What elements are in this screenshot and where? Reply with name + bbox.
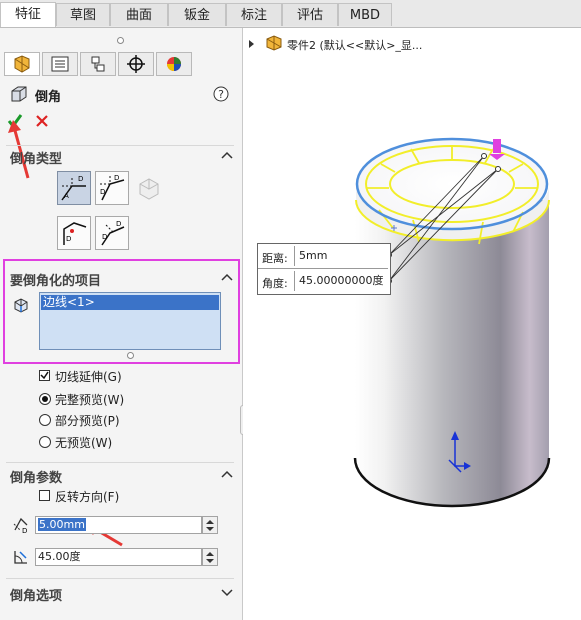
selected-items-list[interactable]: 边线<1> xyxy=(39,292,221,350)
full-preview-label: 完整预览(W) xyxy=(55,393,125,407)
spinner-arrows-icon xyxy=(206,520,214,531)
tab-surfaces[interactable]: 曲面 xyxy=(110,3,168,26)
svg-text:A: A xyxy=(64,192,69,200)
crosshair-icon xyxy=(127,55,145,73)
chevron-up-icon[interactable] xyxy=(221,273,233,281)
svg-text:?: ? xyxy=(218,88,224,101)
distance-dimension-icon: D xyxy=(13,517,28,534)
feature-tree-icon xyxy=(14,55,30,73)
face-face-icon: DD xyxy=(101,220,125,246)
cancel-x-icon[interactable] xyxy=(36,115,48,127)
angle-input[interactable]: 45.00度 xyxy=(35,548,202,566)
callout-distance-label: 距离: xyxy=(262,252,288,265)
tangent-propagation-checkbox[interactable] xyxy=(39,370,50,381)
no-preview-radio[interactable] xyxy=(39,436,51,448)
tab-sheet-metal[interactable]: 钣金 xyxy=(168,3,226,26)
vertex-chamfer-icon xyxy=(139,178,159,200)
distance-spinner[interactable] xyxy=(202,516,218,534)
dimxpert-tab[interactable] xyxy=(118,52,154,76)
distance-value: 5.00mm xyxy=(38,518,86,531)
command-manager-tabs: 特征 草图 曲面 钣金 标注 评估 MBD xyxy=(0,0,581,28)
svg-text:D: D xyxy=(116,220,121,228)
flip-direction-checkbox[interactable] xyxy=(39,490,50,501)
separator xyxy=(6,462,234,463)
angle-distance-icon: AD xyxy=(61,175,86,201)
chamfer-type-angle-distance[interactable]: AD xyxy=(57,171,91,205)
configuration-manager-tab[interactable] xyxy=(80,52,116,76)
flip-direction-label: 反转方向(F) xyxy=(55,490,120,504)
chevron-down-icon[interactable] xyxy=(221,589,233,597)
property-manager-tab[interactable] xyxy=(42,52,78,76)
svg-text:D: D xyxy=(78,175,83,183)
chamfer-type-vertex[interactable] xyxy=(136,176,162,205)
appearance-ball-icon xyxy=(167,57,181,71)
edge-selection-icon xyxy=(14,298,28,313)
svg-text:D: D xyxy=(100,188,105,196)
tab-mbd[interactable]: MBD xyxy=(338,3,392,26)
callout-angle-label: 角度: xyxy=(262,277,288,290)
svg-text:D: D xyxy=(66,235,71,243)
svg-text:D: D xyxy=(22,527,27,534)
help-icon[interactable]: ? xyxy=(213,86,229,102)
tab-markup[interactable]: 标注 xyxy=(226,3,282,26)
section-chamfer-options[interactable]: 倒角选项 xyxy=(10,585,62,604)
offset-face-icon: D xyxy=(63,222,87,245)
callout-distance-field[interactable]: 5mm xyxy=(294,246,388,266)
svg-text:D: D xyxy=(102,233,107,241)
panel-title: 倒角 xyxy=(35,90,62,105)
distance-distance-icon: DD xyxy=(100,174,125,201)
section-chamfer-parameters[interactable]: 倒角参数 xyxy=(10,467,62,486)
property-list-icon xyxy=(51,56,69,72)
separator xyxy=(6,578,234,579)
list-resize-handle[interactable] xyxy=(127,352,134,359)
tab-evaluate[interactable]: 评估 xyxy=(282,3,338,26)
tangent-propagation-label: 切线延伸(G) xyxy=(55,370,122,384)
chevron-up-icon[interactable] xyxy=(221,151,233,159)
callout-angle-field[interactable]: 45.00000000度 xyxy=(294,271,388,291)
selected-edge-item[interactable]: 边线<1> xyxy=(41,295,219,310)
panel-splitter-handle[interactable] xyxy=(117,37,124,44)
section-chamfer-type[interactable]: 倒角类型 xyxy=(10,148,62,167)
full-preview-radio[interactable] xyxy=(39,393,51,405)
chamfer-type-distance-distance[interactable]: DD xyxy=(95,171,129,205)
dimension-callout: 距离: 5mm 角度: 45.00000000度 xyxy=(257,243,391,295)
chamfer-type-offset-face[interactable]: D xyxy=(57,216,91,250)
chevron-up-icon[interactable] xyxy=(221,470,233,478)
partial-preview-label: 部分预览(P) xyxy=(55,414,120,428)
spinner-arrows-icon xyxy=(206,552,214,563)
separator xyxy=(6,145,234,146)
angle-dimension-icon xyxy=(14,551,27,564)
cylinder-model[interactable] xyxy=(243,28,581,620)
tab-features[interactable]: 特征 xyxy=(0,2,56,27)
angle-spinner[interactable] xyxy=(202,548,218,566)
ok-checkmark-icon[interactable] xyxy=(7,113,23,129)
section-items-to-chamfer[interactable]: 要倒角化的项目 xyxy=(10,270,101,289)
check-icon xyxy=(40,371,49,380)
distance-input[interactable]: 5.00mm xyxy=(35,516,202,534)
display-manager-tab[interactable] xyxy=(156,52,192,76)
callout-divider xyxy=(258,268,388,269)
no-preview-label: 无预览(W) xyxy=(55,436,113,450)
chamfer-feature-icon xyxy=(11,86,27,102)
svg-text:D: D xyxy=(114,174,119,182)
configuration-icon xyxy=(91,56,105,72)
partial-preview-radio[interactable] xyxy=(39,414,51,426)
tab-sketch[interactable]: 草图 xyxy=(56,3,110,26)
feature-manager-tab[interactable] xyxy=(4,52,40,76)
chamfer-type-face-face[interactable]: DD xyxy=(95,216,129,250)
